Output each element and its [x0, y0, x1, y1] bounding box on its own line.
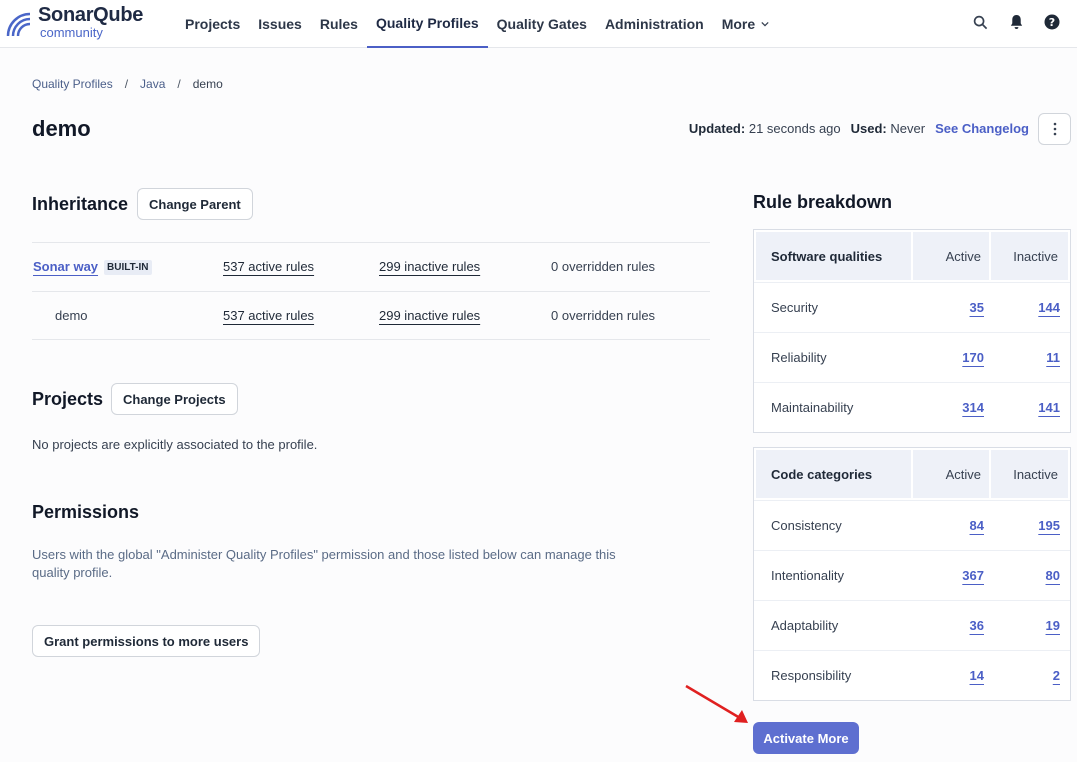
table-row: Security 35 144 — [754, 282, 1070, 332]
updated-label: Updated: — [688, 121, 746, 136]
more-actions-kebab-icon[interactable] — [1038, 113, 1071, 145]
chevron-down-icon — [761, 21, 769, 27]
table-header: Software qualities Active Inactive — [754, 230, 1070, 282]
active-count-link[interactable]: 84 — [970, 518, 984, 533]
active-rules-link[interactable]: 537 active rules — [223, 259, 314, 274]
table-row: Reliability 170 11 — [754, 332, 1070, 382]
category-name: Responsibility — [771, 668, 852, 683]
inheritance-row: Sonar way BUILT-IN 537 active rules 299 i… — [32, 242, 710, 291]
header-inactive: Inactive — [990, 232, 1069, 280]
profile-meta: Updated: 21 seconds ago Used: Never See … — [689, 121, 1029, 136]
notifications-bell-icon[interactable] — [1007, 13, 1025, 31]
breadcrumb: Quality Profiles / Java / demo — [32, 77, 223, 91]
category-name: Intentionality — [771, 568, 844, 583]
active-count-link[interactable]: 367 — [962, 568, 984, 583]
used-value: Never — [890, 121, 926, 136]
breadcrumb-separator: / — [124, 77, 129, 91]
software-qualities-table: Software qualities Active Inactive Secur… — [753, 229, 1071, 433]
help-icon[interactable]: ? — [1043, 13, 1061, 31]
no-projects-text: No projects are explicitly associated to… — [32, 437, 318, 452]
table-row: Responsibility 14 2 — [754, 650, 1070, 700]
inactive-rules-link[interactable]: 299 inactive rules — [379, 308, 480, 323]
overridden-rules-text: 0 overridden rules — [551, 259, 656, 274]
inactive-count-link[interactable]: 195 — [1038, 518, 1060, 533]
inactive-count-link[interactable]: 11 — [1046, 350, 1060, 365]
active-count-link[interactable]: 170 — [962, 350, 984, 365]
brand-edition: community — [40, 25, 103, 40]
header-code-categories: Code categories — [756, 450, 911, 498]
change-projects-button[interactable]: Change Projects — [111, 383, 238, 415]
change-parent-button[interactable]: Change Parent — [137, 188, 253, 220]
nav-projects[interactable]: Projects — [176, 0, 249, 48]
used-info: Used: Never — [851, 121, 925, 136]
built-in-badge: BUILT-IN — [104, 260, 152, 275]
inactive-count-link[interactable]: 80 — [1046, 568, 1060, 583]
nav-more-label: More — [721, 16, 756, 32]
breadcrumb-current: demo — [192, 77, 223, 91]
nav-more[interactable]: More — [713, 0, 778, 48]
inactive-count-link[interactable]: 2 — [1053, 668, 1060, 683]
top-navigation-bar: SonarQube community Projects Issues Rule… — [0, 0, 1077, 48]
table-header: Code categories Active Inactive — [754, 448, 1070, 500]
inactive-count-link[interactable]: 144 — [1038, 300, 1060, 315]
inactive-rules-link[interactable]: 299 inactive rules — [379, 259, 480, 274]
category-name: Adaptability — [771, 618, 839, 633]
activate-more-button[interactable]: Activate More — [753, 722, 859, 754]
sonarqube-logo-icon[interactable] — [4, 6, 40, 42]
search-icon[interactable] — [971, 13, 989, 31]
header-active: Active — [912, 450, 989, 498]
nav-quality-gates[interactable]: Quality Gates — [488, 0, 596, 48]
inactive-count-link[interactable]: 19 — [1046, 618, 1060, 633]
used-label: Used: — [850, 121, 887, 136]
table-row: Consistency 84 195 — [754, 500, 1070, 550]
code-categories-table: Code categories Active Inactive Consiste… — [753, 447, 1071, 701]
active-count-link[interactable]: 14 — [970, 668, 984, 683]
breadcrumb-quality-profiles[interactable]: Quality Profiles — [32, 77, 113, 91]
grant-permissions-button[interactable]: Grant permissions to more users — [32, 625, 261, 657]
current-profile-name: demo — [55, 308, 88, 323]
nav-administration[interactable]: Administration — [596, 0, 713, 48]
inheritance-table: Sonar way BUILT-IN 537 active rules 299 i… — [32, 242, 710, 340]
category-name: Consistency — [771, 518, 842, 533]
quality-name: Security — [771, 300, 818, 315]
annotation-arrow-icon — [685, 684, 748, 723]
breadcrumb-java[interactable]: Java — [140, 77, 165, 91]
nav-issues[interactable]: Issues — [249, 0, 311, 48]
updated-value: 21 seconds ago — [748, 121, 841, 136]
active-rules-link[interactable]: 537 active rules — [223, 308, 314, 323]
table-row: Adaptability 36 19 — [754, 600, 1070, 650]
permissions-description: Users with the global "Administer Qualit… — [32, 547, 616, 580]
see-changelog-link[interactable]: See Changelog — [935, 121, 1029, 136]
active-count-link[interactable]: 314 — [962, 400, 984, 415]
rule-breakdown-heading: Rule breakdown — [753, 192, 893, 212]
top-actions: ? — [971, 13, 1061, 31]
table-row: Intentionality 367 80 — [754, 550, 1070, 600]
inheritance-row: demo 537 active rules 299 inactive rules… — [32, 291, 710, 340]
header-software-qualities: Software qualities — [756, 232, 911, 280]
header-inactive: Inactive — [990, 450, 1069, 498]
brand-name: SonarQube — [38, 4, 144, 26]
brand-wordmark[interactable]: SonarQube community — [38, 4, 143, 40]
projects-heading: Projects — [32, 389, 104, 409]
page-title: demo — [32, 116, 91, 141]
inactive-count-link[interactable]: 141 — [1038, 400, 1060, 415]
breadcrumb-separator: / — [177, 77, 181, 91]
quality-name: Reliability — [771, 350, 827, 365]
inheritance-heading: Inheritance — [32, 194, 129, 214]
table-row: Maintainability 314 141 — [754, 382, 1070, 432]
main-nav: Projects Issues Rules Quality Profiles Q… — [176, 0, 778, 48]
quality-name: Maintainability — [771, 400, 854, 415]
sonar-way-link[interactable]: Sonar way — [33, 259, 98, 274]
updated-info: Updated: 21 seconds ago — [689, 121, 841, 136]
nav-rules[interactable]: Rules — [311, 0, 367, 48]
header-active: Active — [912, 232, 989, 280]
permissions-heading: Permissions — [32, 502, 140, 522]
active-count-link[interactable]: 36 — [970, 618, 984, 633]
svg-text:?: ? — [1049, 16, 1055, 29]
overridden-rules-text: 0 overridden rules — [551, 308, 656, 323]
nav-quality-profiles[interactable]: Quality Profiles — [366, 0, 488, 48]
parent-profile-cell: Sonar way BUILT-IN — [33, 259, 152, 275]
active-count-link[interactable]: 35 — [970, 300, 984, 315]
